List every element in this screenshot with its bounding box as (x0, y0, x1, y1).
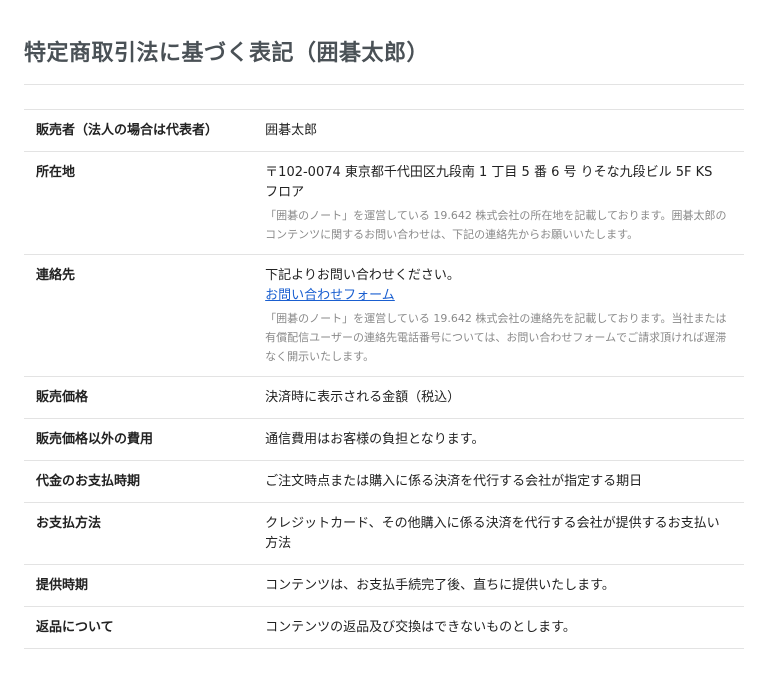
row-label-address: 所在地 (24, 151, 254, 255)
table-row-price: 販売価格 決済時に表示される金額（税込） (24, 376, 744, 419)
legal-notice-table: 販売者（法人の場合は代表者） 囲碁太郎 所在地 〒102-0074 東京都千代田… (24, 109, 744, 649)
row-label-payment-method: お支払方法 (24, 502, 254, 565)
table-row-contact: 連絡先 下記よりお問い合わせください。 お問い合わせフォーム 「囲碁のノート」を… (24, 254, 744, 377)
page-title: 特定商取引法に基づく表記（囲碁太郎） (24, 41, 430, 66)
row-label-price: 販売価格 (24, 376, 254, 419)
address-note: 「囲碁のノート」を運営している 19.642 株式会社の所在地を記載しております… (265, 209, 727, 241)
contact-note: 「囲碁のノート」を運営している 19.642 株式会社の連絡先を記載しております… (265, 312, 727, 363)
table-row-seller: 販売者（法人の場合は代表者） 囲碁太郎 (24, 109, 744, 152)
row-value-address: 〒102-0074 東京都千代田区九段南 1 丁目 5 番 6 号 りそな九段ビ… (265, 165, 713, 200)
row-value-returns: コンテンツの返品及び交換はできないものとします。 (253, 606, 744, 649)
table-row-address: 所在地 〒102-0074 東京都千代田区九段南 1 丁目 5 番 6 号 りそ… (24, 151, 744, 255)
table-row-returns: 返品について コンテンツの返品及び交換はできないものとします。 (24, 606, 744, 649)
row-value-price: 決済時に表示される金額（税込） (253, 376, 744, 419)
row-label-returns: 返品について (24, 606, 254, 649)
row-value-seller: 囲碁太郎 (253, 109, 744, 152)
contact-form-link[interactable]: お問い合わせフォーム (265, 288, 395, 303)
row-value-payment-timing: ご注文時点または購入に係る決済を代行する会社が指定する期日 (253, 460, 744, 503)
page: 特定商取引法に基づく表記（囲碁太郎） 販売者（法人の場合は代表者） 囲碁太郎 所… (0, 0, 768, 678)
table-row-delivery-timing: 提供時期 コンテンツは、お支払手続完了後、直ちに提供いたします。 (24, 564, 744, 607)
row-label-seller: 販売者（法人の場合は代表者） (24, 109, 254, 152)
title-divider (24, 84, 744, 85)
row-label-payment-timing: 代金のお支払時期 (24, 460, 254, 503)
row-label-delivery-timing: 提供時期 (24, 564, 254, 607)
row-value-delivery-timing: コンテンツは、お支払手続完了後、直ちに提供いたします。 (253, 564, 744, 607)
row-label-other-fees: 販売価格以外の費用 (24, 418, 254, 461)
row-cell-contact: 下記よりお問い合わせください。 お問い合わせフォーム 「囲碁のノート」を運営して… (253, 254, 744, 377)
table-row-payment-method: お支払方法 クレジットカード、その他購入に係る決済を代行する会社が提供するお支払… (24, 502, 744, 565)
row-value-payment-method: クレジットカード、その他購入に係る決済を代行する会社が提供するお支払い方法 (253, 502, 744, 565)
row-cell-address: 〒102-0074 東京都千代田区九段南 1 丁目 5 番 6 号 りそな九段ビ… (253, 151, 744, 255)
row-label-contact: 連絡先 (24, 254, 254, 377)
table-row-payment-timing: 代金のお支払時期 ご注文時点または購入に係る決済を代行する会社が指定する期日 (24, 460, 744, 503)
table-row-other-fees: 販売価格以外の費用 通信費用はお客様の負担となります。 (24, 418, 744, 461)
row-value-contact: 下記よりお問い合わせください。 (265, 268, 460, 283)
row-value-other-fees: 通信費用はお客様の負担となります。 (253, 418, 744, 461)
